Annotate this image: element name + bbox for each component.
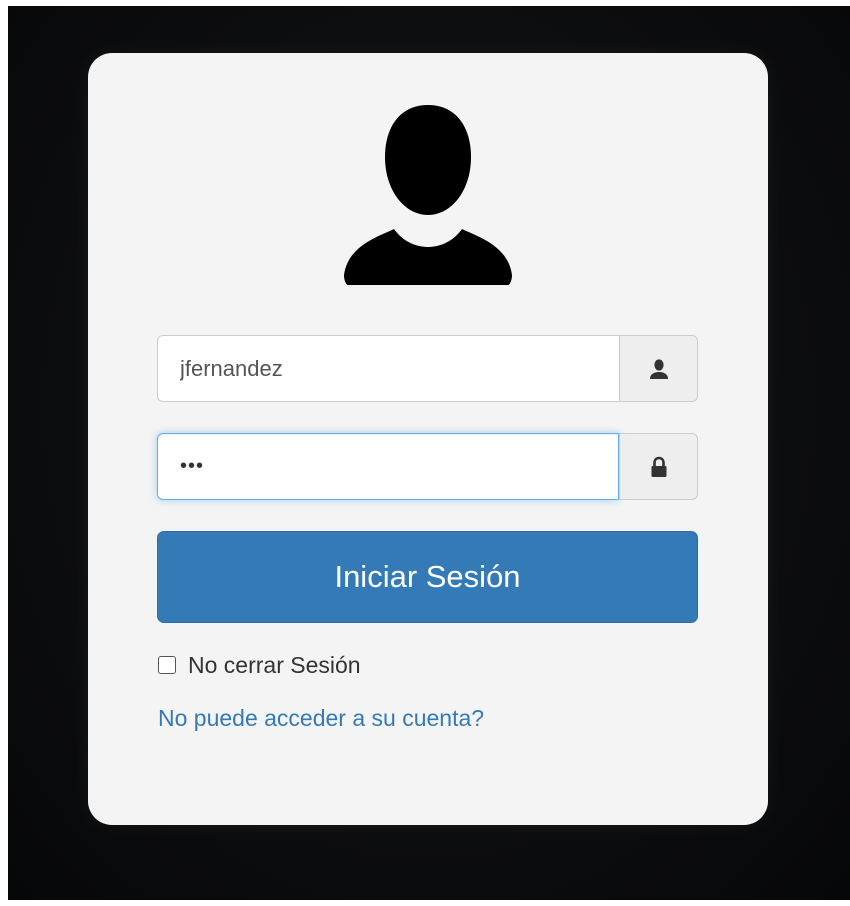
username-field[interactable]: [157, 335, 619, 402]
username-group: [157, 335, 698, 402]
user-icon: [649, 358, 668, 379]
page-background: Iniciar Sesión No cerrar Sesión No puede…: [8, 6, 850, 900]
remember-me[interactable]: No cerrar Sesión: [158, 650, 361, 680]
remember-label: No cerrar Sesión: [188, 651, 361, 678]
user-silhouette-icon: [344, 105, 512, 285]
login-button[interactable]: Iniciar Sesión: [157, 531, 698, 623]
forgot-account-link[interactable]: No puede acceder a su cuenta?: [158, 705, 484, 732]
password-group: [157, 433, 698, 500]
avatar: [332, 93, 524, 285]
lock-icon: [651, 456, 666, 477]
password-addon: [619, 433, 698, 500]
remember-checkbox[interactable]: [158, 656, 176, 674]
username-addon: [619, 335, 698, 402]
login-card: Iniciar Sesión No cerrar Sesión No puede…: [88, 53, 768, 825]
password-field[interactable]: [157, 433, 619, 500]
